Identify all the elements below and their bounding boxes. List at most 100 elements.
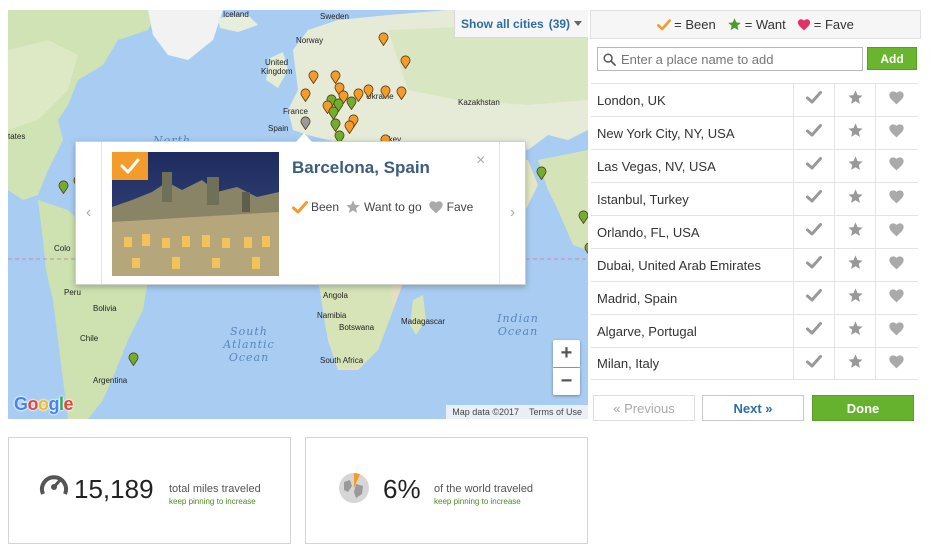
been-toggle[interactable]: [793, 84, 834, 116]
map-pin-icon[interactable]: [396, 86, 407, 100]
add-button[interactable]: Add: [867, 47, 917, 70]
legend-fave-label: = Fave: [813, 17, 854, 32]
place-list: London, UK New York City, NY, USA Las Vega…: [591, 83, 918, 380]
ocean-label-line: Indian: [497, 312, 539, 325]
been-toggle[interactable]: [793, 249, 834, 281]
map-pin-icon[interactable]: [128, 352, 139, 366]
previous-button[interactable]: « Previous: [593, 395, 695, 421]
heart-icon: [888, 321, 905, 341]
terms-of-use-link[interactable]: Terms of Use: [529, 407, 582, 417]
map-label-colombia: Colo: [54, 244, 71, 253]
want-toggle[interactable]: [834, 249, 875, 281]
popup-want-toggle[interactable]: Want to go: [345, 199, 422, 215]
fave-toggle[interactable]: [875, 249, 917, 281]
been-toggle[interactable]: [793, 282, 834, 314]
been-toggle[interactable]: [793, 183, 834, 215]
chevron-down-icon: [574, 21, 583, 26]
search-icon: [603, 52, 616, 66]
place-name: Algarve, Portugal: [597, 323, 697, 339]
popup-actions: Been Want to go Fave: [292, 199, 479, 215]
been-toggle[interactable]: [793, 150, 834, 182]
fave-toggle[interactable]: [875, 315, 917, 347]
heart-icon: [888, 222, 905, 242]
want-toggle[interactable]: [834, 150, 875, 182]
been-toggle[interactable]: [793, 315, 834, 347]
place-name: Madrid, Spain: [597, 290, 678, 306]
map-pin-icon[interactable]: [344, 120, 355, 134]
popup-title: Barcelona, Spain: [292, 158, 430, 177]
want-toggle[interactable]: [834, 348, 875, 379]
legend-been-label: = Been: [674, 17, 716, 32]
place-popup: ‹ › Barcelona, Spain × Been Want to go F…: [75, 133, 526, 285]
map-label-sweden: Sweden: [320, 12, 349, 21]
place-row: Milan, Italy: [591, 347, 918, 380]
star-icon: [847, 287, 864, 309]
search-box[interactable]: [597, 47, 863, 71]
map-pin-icon[interactable]: [58, 180, 69, 194]
fave-toggle[interactable]: [875, 183, 917, 215]
google-logo[interactable]: Google: [14, 394, 74, 415]
want-toggle[interactable]: [834, 216, 875, 248]
map-label-bolivia: Bolivia: [93, 304, 117, 313]
heart-icon: [888, 90, 905, 110]
search-input[interactable]: [621, 51, 851, 67]
map-label-norway: Norway: [296, 36, 324, 45]
want-toggle[interactable]: [834, 282, 875, 314]
show-all-cities-dropdown[interactable]: Show all cities (39): [454, 10, 588, 38]
fave-toggle[interactable]: [875, 150, 917, 182]
show-all-label: Show all cities: [461, 16, 544, 31]
place-row: Algarve, Portugal: [591, 314, 918, 347]
miles-label: total miles traveled: [169, 483, 261, 495]
fave-toggle[interactable]: [875, 216, 917, 248]
map-pin-icon[interactable]: [578, 210, 588, 224]
been-toggle[interactable]: [793, 216, 834, 248]
zoom-out-button[interactable]: −: [553, 368, 580, 395]
ocean-label-line: Ocean: [228, 351, 270, 364]
place-row: New York City, NY, USA: [591, 116, 918, 149]
been-checkmark-icon[interactable]: [112, 152, 148, 180]
fave-toggle[interactable]: [875, 348, 917, 379]
popup-fave-toggle[interactable]: Fave: [428, 200, 473, 214]
fave-toggle[interactable]: [875, 282, 917, 314]
map-pin-icon[interactable]: [308, 70, 319, 84]
map-label-united: United: [265, 58, 289, 67]
map-pin-icon[interactable]: [378, 32, 389, 46]
map-pin-icon[interactable]: [380, 85, 391, 99]
ocean-label-line: Ocean: [497, 325, 539, 338]
map-label-iceland: Iceland: [223, 10, 249, 19]
map-pin-icon[interactable]: [363, 84, 374, 98]
star-icon: [727, 18, 741, 31]
popup-next-arrow[interactable]: ›: [499, 142, 525, 284]
map-pin-icon[interactable]: [400, 55, 411, 69]
checkmark-icon: [806, 289, 822, 307]
done-button[interactable]: Done: [812, 395, 914, 421]
world-map[interactable]: Iceland Sweden Norway United Kingdom Fra…: [8, 10, 588, 419]
want-toggle[interactable]: [834, 117, 875, 149]
map-pin-icon[interactable]: [300, 116, 311, 130]
zoom-in-button[interactable]: +: [553, 340, 580, 367]
map-pin-icon[interactable]: [300, 88, 311, 102]
fave-toggle[interactable]: [875, 117, 917, 149]
map-label-peru: Peru: [64, 288, 81, 297]
want-toggle[interactable]: [834, 84, 875, 116]
map-pin-icon[interactable]: [584, 242, 588, 256]
map-label-south-africa: South Africa: [320, 356, 364, 365]
map-pin-icon[interactable]: [536, 166, 547, 180]
want-toggle[interactable]: [834, 315, 875, 347]
popup-prev-arrow[interactable]: ‹: [76, 142, 102, 284]
map-pin-icon[interactable]: [346, 96, 357, 110]
checkmark-icon: [806, 157, 822, 175]
fave-toggle[interactable]: [875, 84, 917, 116]
heart-icon: [888, 288, 905, 308]
been-toggle[interactable]: [793, 348, 834, 379]
close-icon[interactable]: ×: [476, 152, 485, 170]
status-legend: = Been = Want = Fave: [590, 10, 921, 39]
next-button[interactable]: Next »: [702, 395, 804, 421]
want-toggle[interactable]: [834, 183, 875, 215]
heart-icon: [797, 19, 810, 31]
been-toggle[interactable]: [793, 117, 834, 149]
heart-icon: [428, 201, 443, 214]
popup-been-toggle[interactable]: Been: [292, 200, 339, 214]
map-attribution: Map data ©2017 Terms of Use: [446, 405, 588, 419]
place-row: Madrid, Spain: [591, 281, 918, 314]
